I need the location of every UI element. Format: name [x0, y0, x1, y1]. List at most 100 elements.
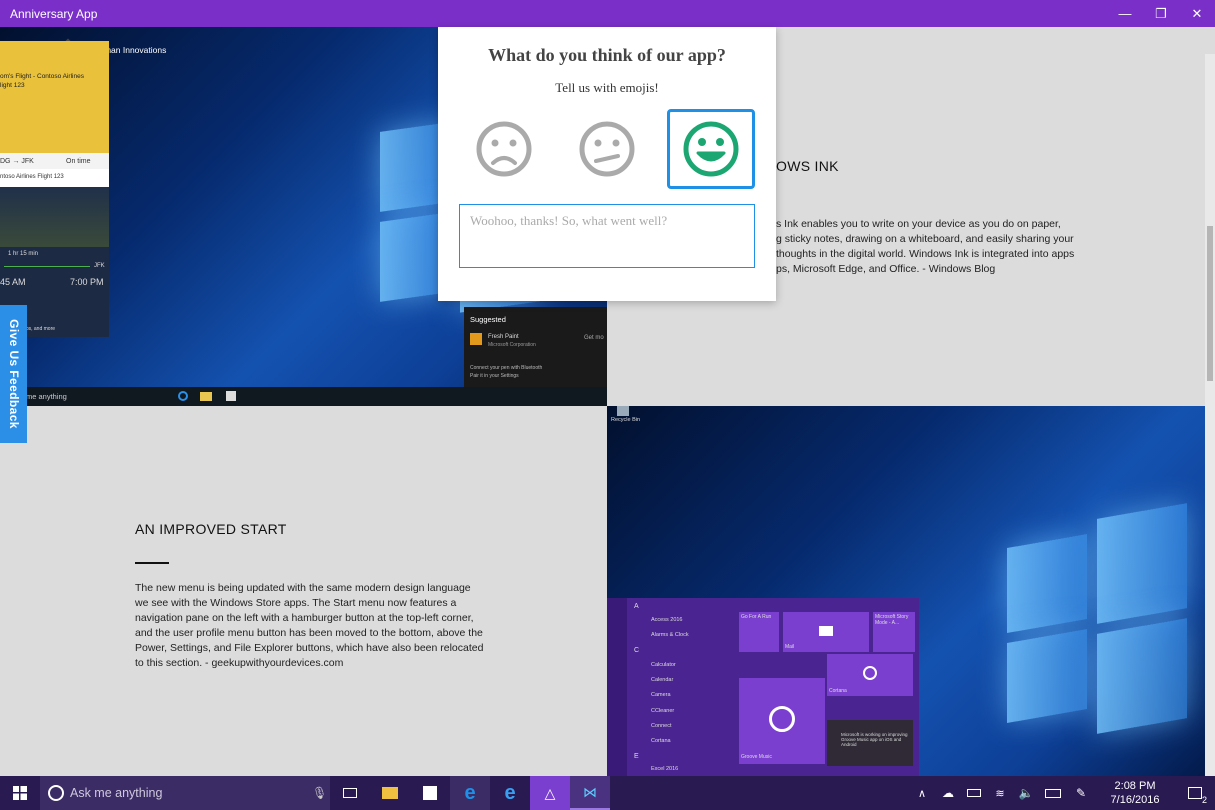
start-menu: A Access 2016 Alarms & Clock C Calculato…	[607, 598, 919, 776]
sad-face-icon	[476, 121, 532, 177]
action-center-button[interactable]: 2	[1175, 776, 1215, 810]
tile-label: Cortana	[829, 688, 847, 694]
feedback-dialog: What do you think of our app? Tell us wi…	[438, 27, 776, 301]
start-item: Connect	[651, 723, 672, 729]
minimize-icon: —	[1118, 6, 1132, 21]
tile-label: Microsoft is working on improving Groove…	[841, 732, 908, 747]
notification-count: 2	[1201, 795, 1207, 805]
triangle-app-icon: △	[544, 784, 556, 801]
improved-start-line: and the user profile menu button has bee…	[135, 627, 483, 639]
start-item: Calculator	[651, 662, 676, 668]
inner-taskbar: me anything	[0, 387, 607, 406]
start-button[interactable]	[0, 776, 40, 810]
start-item: Access 2016	[651, 617, 683, 623]
recycle-bin-icon	[617, 406, 629, 416]
meh-emoji-button[interactable]	[563, 109, 651, 189]
windows-ink-line: ps, Microsoft Edge, and Office. - Window…	[776, 263, 996, 275]
show-hidden-icons-button[interactable]: ∧	[909, 776, 935, 810]
windows-ink-line: g sticky notes, drawing on a whiteboard,…	[776, 233, 1074, 245]
start-item: CCleaner	[651, 708, 675, 714]
title-divider	[135, 562, 169, 564]
cortana-search-box[interactable]: Ask me anything 🎙	[40, 776, 330, 810]
start-item: Camera	[651, 692, 671, 698]
speaker-icon: 🔈	[1018, 786, 1034, 800]
microphone-icon[interactable]: 🎙	[312, 786, 330, 800]
start-item: Calendar	[651, 677, 674, 683]
tile: Go For A Run	[739, 612, 779, 652]
flight-airline: ntoso Airlines Flight 123	[0, 174, 64, 180]
flight-duration: 1 hr 15 min	[8, 251, 39, 257]
pen-workspace-button[interactable]: ✎	[1067, 776, 1095, 810]
feedback-question: What do you think of our app?	[488, 45, 726, 65]
suggested-heading: Suggested	[470, 315, 506, 324]
windows-light-logo	[987, 496, 1197, 746]
tile-label: Microsoft Story Mode - A...	[875, 614, 909, 626]
tile: Microsoft Story Mode - A...	[873, 612, 915, 652]
recycle-bin-label: Recycle Bin	[611, 417, 641, 423]
restore-icon: ❐	[1155, 5, 1167, 21]
letter-a: A	[634, 603, 639, 610]
improved-start-title: AN IMPROVED START	[135, 521, 287, 537]
edge-button[interactable]: e	[450, 776, 490, 810]
minimize-button[interactable]: —	[1107, 0, 1143, 27]
file-explorer-button[interactable]	[370, 776, 410, 810]
keyboard-button[interactable]	[1039, 776, 1067, 810]
sad-emoji-button[interactable]	[460, 109, 548, 189]
tile: Mail	[783, 612, 869, 652]
task-view-button[interactable]	[330, 776, 370, 810]
folder-icon	[382, 787, 398, 799]
scrollbar-thumb[interactable]	[1207, 226, 1213, 381]
clock-date: 7/16/2016	[1110, 794, 1160, 806]
clock[interactable]: 2:08 PM 7/16/2016	[1095, 779, 1175, 807]
battery-button[interactable]	[961, 776, 987, 810]
store-icon	[423, 786, 437, 800]
search-placeholder: Ask me anything	[70, 786, 163, 800]
flight-dep-time: 45 AM	[0, 277, 26, 287]
give-feedback-tab[interactable]: Give Us Feedback	[0, 305, 27, 443]
happy-emoji-button[interactable]	[667, 109, 755, 189]
meh-face-icon	[579, 121, 635, 177]
ie-button[interactable]: e	[490, 776, 530, 810]
title-bar: Anniversary App — ❐ ✕	[0, 0, 1215, 27]
pen-icon: ✎	[1075, 786, 1087, 800]
improved-start-line: Power, Settings, and File Explorer butto…	[135, 642, 484, 654]
inner-search-text: me anything	[26, 392, 67, 401]
suggested-publisher: Microsoft Corporation	[488, 342, 536, 348]
onedrive-button[interactable]: ☁	[935, 776, 961, 810]
vertical-scrollbar[interactable]	[1205, 54, 1215, 776]
close-button[interactable]: ✕	[1179, 0, 1215, 27]
suggested-get: Get mo	[584, 335, 604, 341]
network-button[interactable]: ≋	[987, 776, 1013, 810]
tile-label: Go For A Run	[741, 614, 772, 620]
volume-button[interactable]: 🔈	[1013, 776, 1039, 810]
restore-button[interactable]: ❐	[1143, 0, 1179, 27]
windows-ink-line: s Ink enables you to write on your devic…	[776, 218, 1061, 230]
windows-ink-line: thoughts in the digital world. Windows I…	[776, 248, 1075, 260]
edge-icon: e	[464, 781, 476, 804]
improved-start-line: we see with the Windows Store apps. The …	[135, 597, 457, 609]
store-button[interactable]	[410, 776, 450, 810]
letter-e: E	[634, 753, 639, 760]
task-view-icon	[343, 788, 357, 798]
flight-status: On time	[66, 158, 91, 165]
feedback-text-input[interactable]	[459, 204, 755, 268]
feedback-subtitle: Tell us with emojis!	[555, 80, 659, 95]
anniversary-app-button[interactable]: ⋈	[570, 776, 610, 810]
improved-start-body: The new menu is being updated with the s…	[135, 581, 495, 671]
suggested-tip2: Pair it in your Settings	[470, 373, 519, 379]
suggested-app: Fresh Paint	[488, 334, 519, 340]
cortana-icon	[48, 785, 64, 801]
suggested-tip1: Connect your pen with Bluetooth	[470, 365, 543, 371]
app-button[interactable]: △	[530, 776, 570, 810]
start-item: Cortana	[651, 738, 671, 744]
notification-icon	[1188, 787, 1202, 799]
flight-arr-time: 7:00 PM	[70, 277, 104, 287]
windows-logo-icon	[13, 786, 27, 800]
keyboard-icon	[1045, 788, 1061, 798]
taskbar: Ask me anything 🎙 e e △ ⋈ ∧ ☁ ≋ 🔈 ✎ 2:08…	[0, 776, 1215, 810]
flight-dest: JFK	[94, 263, 105, 269]
flight-sub: light 123	[0, 82, 25, 89]
tile: Groove Music	[739, 678, 825, 764]
wifi-icon: ≋	[995, 787, 1005, 800]
cloud-icon: ☁	[942, 786, 954, 800]
